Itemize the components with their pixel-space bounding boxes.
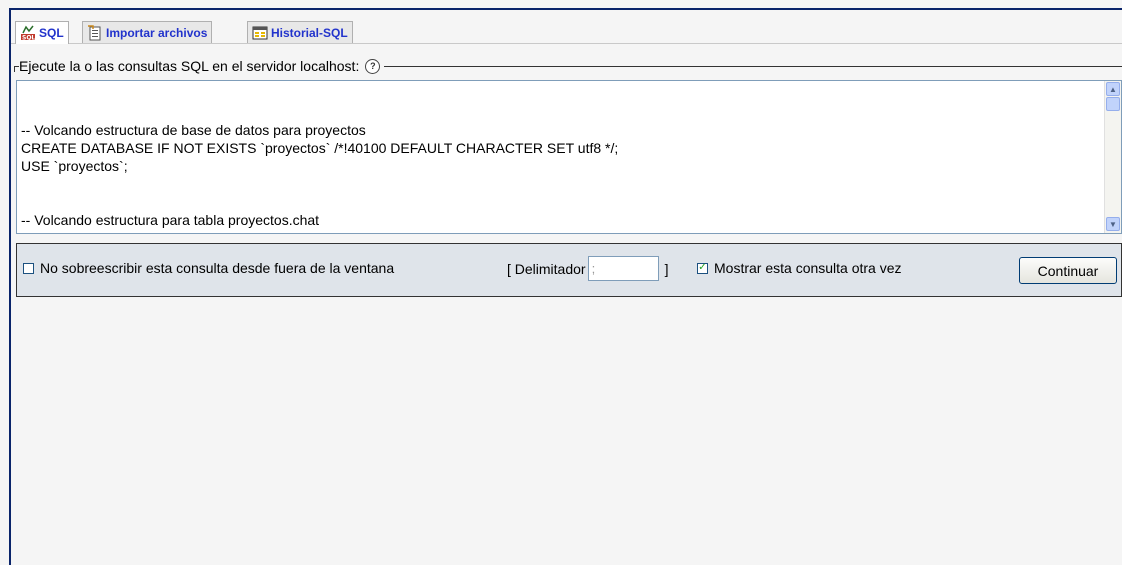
- sql-query-panel: SQL SQL Importar archivos Historial-SQL …: [0, 0, 1122, 565]
- delimiter-close-label: ]: [664, 260, 669, 277]
- legend-text: Ejecute la o las consultas SQL en el ser…: [19, 58, 360, 74]
- fieldset-corner: [14, 66, 15, 72]
- no-overwrite-checkbox[interactable]: [23, 262, 34, 274]
- frame-left-border: [9, 8, 11, 565]
- scroll-down-icon[interactable]: ▼: [1106, 217, 1120, 231]
- help-icon[interactable]: ?: [365, 58, 381, 74]
- tab-sql-label: SQL: [39, 26, 64, 40]
- tab-importar-archivos-label: Importar archivos: [106, 25, 208, 40]
- show-again-option[interactable]: ✓ Mostrar esta consulta otra vez: [697, 260, 902, 276]
- tab-bar: SQL SQL Importar archivos Historial-SQL: [11, 10, 1122, 44]
- delimiter-open-label: [ Delimitador: [507, 260, 586, 277]
- no-overwrite-label: No sobreescribir esta consulta desde fue…: [40, 260, 395, 276]
- tab-historial-sql[interactable]: Historial-SQL: [247, 21, 353, 43]
- continuar-button[interactable]: Continuar: [1019, 257, 1117, 284]
- query-options-bar: No sobreescribir esta consulta desde fue…: [16, 243, 1122, 297]
- sql-query-text: -- Volcando estructura de base de datos …: [21, 122, 619, 228]
- vertical-scrollbar[interactable]: ▲ ▼: [1104, 81, 1121, 233]
- scroll-thumb[interactable]: [1106, 97, 1120, 111]
- import-icon: [88, 24, 101, 40]
- fieldset-legend: Ejecute la o las consultas SQL en el ser…: [19, 58, 385, 74]
- delimiter-input[interactable]: [587, 256, 659, 281]
- no-overwrite-option[interactable]: No sobreescribir esta consulta desde fue…: [23, 260, 394, 276]
- delimiter-group: [ Delimitador ]: [507, 256, 668, 281]
- tab-historial-sql-label: Historial-SQL: [271, 25, 348, 40]
- show-again-label: Mostrar esta consulta otra vez: [714, 260, 902, 276]
- svg-text:SQL: SQL: [22, 35, 35, 42]
- sql-query-textarea[interactable]: -- Volcando estructura de base de datos …: [16, 80, 1122, 234]
- tab-importar-archivos[interactable]: Importar archivos: [82, 21, 213, 43]
- tab-sql[interactable]: SQL SQL: [15, 21, 69, 44]
- sql-icon: SQL: [21, 25, 35, 42]
- scroll-up-icon[interactable]: ▲: [1106, 82, 1120, 96]
- show-again-checkbox[interactable]: ✓: [697, 262, 708, 274]
- history-icon: [252, 26, 268, 39]
